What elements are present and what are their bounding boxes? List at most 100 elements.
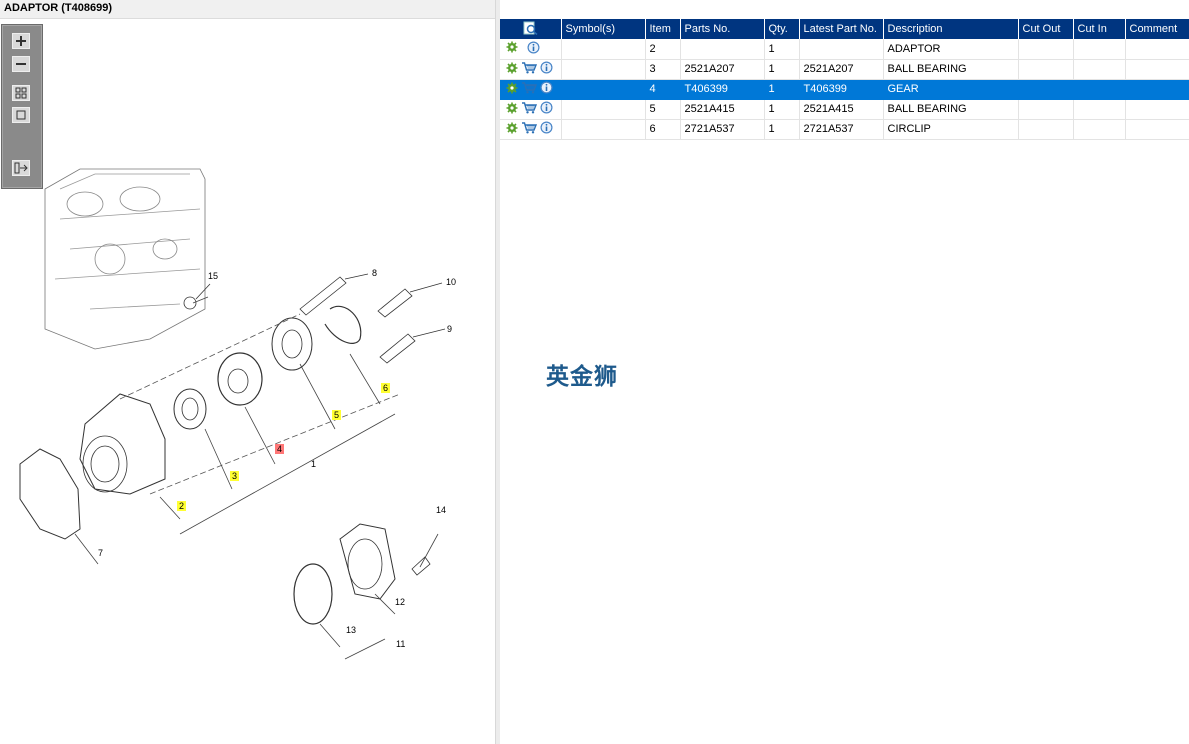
title-bar: ADAPTOR (T408699) (0, 0, 495, 19)
column-header-qty[interactable]: Qty. (764, 19, 800, 39)
qty-cell: 1 (764, 119, 800, 140)
callout-3[interactable]: 3 (230, 471, 239, 481)
gear-icon[interactable] (506, 62, 518, 77)
gear-icon[interactable] (506, 102, 518, 117)
zoom-in-button[interactable] (12, 33, 30, 49)
comment-cell (1125, 119, 1189, 140)
gear-icon[interactable] (506, 122, 518, 137)
info-icon[interactable] (540, 121, 553, 137)
info-icon[interactable] (540, 61, 553, 77)
cut-out-cell (1018, 119, 1074, 140)
item-cell: 5 (645, 99, 681, 120)
callout-7[interactable]: 7 (98, 548, 103, 558)
table-row[interactable]: 3 2521A207 1 2521A207 BALL BEARING (500, 59, 1189, 80)
parts-no-cell: 2521A207 (680, 59, 765, 80)
cut-in-cell (1073, 119, 1126, 140)
exploded-diagram (19, 168, 446, 660)
comment-cell (1125, 99, 1189, 120)
qty-cell: 1 (764, 39, 800, 60)
symbols-cell (561, 59, 646, 80)
zoom-out-button[interactable] (12, 56, 30, 72)
column-header-symbols[interactable]: Symbol(s) (561, 19, 646, 39)
cart-icon[interactable] (521, 121, 538, 137)
column-header-icons[interactable] (500, 19, 562, 39)
table-row[interactable]: 2 1 ADAPTOR (500, 39, 1189, 60)
description-cell: BALL BEARING (883, 99, 1019, 120)
search-list-icon (523, 21, 538, 35)
parts-no-cell: T406399 (680, 79, 765, 100)
watermark-text: 英金狮 (546, 364, 618, 390)
callout-15[interactable]: 15 (208, 271, 218, 281)
row-icons-cell (500, 59, 562, 80)
column-header-description[interactable]: Description (883, 19, 1019, 39)
actual-size-button[interactable] (12, 107, 30, 123)
symbols-cell (561, 39, 646, 60)
row-icons-cell (500, 99, 562, 120)
parts-no-cell: 2521A415 (680, 99, 765, 120)
callout-10[interactable]: 10 (446, 277, 456, 287)
callout-5[interactable]: 5 (332, 410, 341, 420)
cut-in-cell (1073, 99, 1126, 120)
callout-1[interactable]: 1 (311, 459, 316, 469)
info-icon[interactable] (540, 81, 553, 97)
callout-6[interactable]: 6 (381, 383, 390, 393)
description-cell: ADAPTOR (883, 39, 1019, 60)
table-row[interactable]: 4 T406399 1 T406399 GEAR (500, 79, 1189, 100)
qty-cell: 1 (764, 99, 800, 120)
fit-all-button[interactable] (12, 85, 30, 101)
qty-cell: 1 (764, 79, 800, 100)
item-cell: 3 (645, 59, 681, 80)
latest-part-no-cell (799, 39, 884, 60)
comment-cell (1125, 59, 1189, 80)
row-icons-cell (500, 79, 562, 100)
table-row[interactable]: 6 2721A537 1 2721A537 CIRCLIP (500, 119, 1189, 140)
qty-cell: 1 (764, 59, 800, 80)
parts-no-cell (680, 39, 765, 60)
info-icon[interactable] (540, 101, 553, 117)
latest-part-no-cell: 2721A537 (799, 119, 884, 140)
callout-14[interactable]: 14 (436, 505, 446, 515)
item-cell: 2 (645, 39, 681, 60)
column-header-parts-no[interactable]: Parts No. (680, 19, 765, 39)
parts-table: Symbol(s) Item Parts No. Qty. Latest Par… (500, 19, 1189, 140)
comment-cell (1125, 39, 1189, 60)
gear-icon[interactable] (506, 82, 518, 97)
callout-11[interactable]: 11 (396, 639, 405, 649)
parts-no-cell: 2721A537 (680, 119, 765, 140)
export-button[interactable] (12, 160, 30, 176)
column-header-cut-out[interactable]: Cut Out (1018, 19, 1074, 39)
callout-13[interactable]: 13 (346, 625, 356, 635)
zoom-in-icon (16, 36, 26, 46)
column-header-item[interactable]: Item (645, 19, 681, 39)
gear-icon[interactable] (506, 41, 518, 56)
export-icon (14, 162, 28, 174)
callout-2[interactable]: 2 (177, 501, 186, 511)
cart-icon[interactable] (521, 81, 538, 97)
callout-8[interactable]: 8 (372, 268, 377, 278)
comment-cell (1125, 79, 1189, 100)
latest-part-no-cell: 2521A415 (799, 99, 884, 120)
cart-icon[interactable] (521, 61, 538, 77)
info-icon[interactable] (527, 41, 540, 57)
table-header-row: Symbol(s) Item Parts No. Qty. Latest Par… (500, 19, 1189, 39)
item-cell: 6 (645, 119, 681, 140)
cut-in-cell (1073, 59, 1126, 80)
callout-9[interactable]: 9 (447, 324, 452, 334)
column-header-cut-in[interactable]: Cut In (1073, 19, 1126, 39)
table-row[interactable]: 5 2521A415 1 2521A415 BALL BEARING (500, 99, 1189, 120)
cut-in-cell (1073, 79, 1126, 100)
latest-part-no-cell: 2521A207 (799, 59, 884, 80)
diagram-viewer[interactable]: 15 8 10 9 6 5 4 3 2 1 7 14 12 13 11 (0, 19, 495, 744)
symbols-cell (561, 119, 646, 140)
column-header-latest-part-no[interactable]: Latest Part No. (799, 19, 884, 39)
zoom-out-icon (16, 63, 26, 65)
row-icons-cell (500, 39, 562, 60)
cut-out-cell (1018, 59, 1074, 80)
column-header-comment[interactable]: Comment (1125, 19, 1189, 39)
actual-size-icon (16, 110, 26, 120)
cut-out-cell (1018, 39, 1074, 60)
symbols-cell (561, 79, 646, 100)
callout-4[interactable]: 4 (275, 444, 284, 454)
cart-icon[interactable] (521, 101, 538, 117)
callout-12[interactable]: 12 (395, 597, 405, 607)
